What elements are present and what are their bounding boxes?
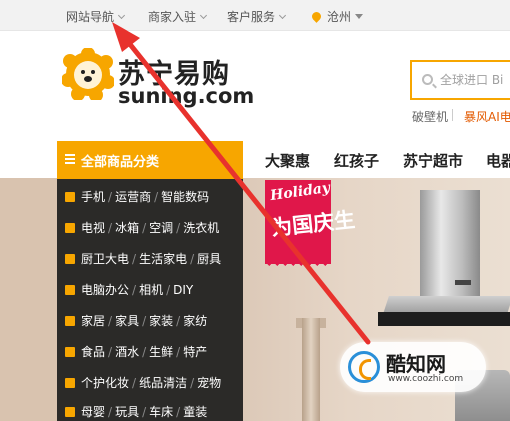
- category-link[interactable]: 酒水: [115, 345, 139, 359]
- caret-down-icon: [355, 14, 364, 19]
- site-nav-menu[interactable]: 网站导航: [66, 8, 126, 25]
- coozhi-logo-icon: [348, 351, 380, 383]
- category-link[interactable]: 家居: [81, 314, 105, 328]
- all-categories-button[interactable]: 全部商品分类: [57, 141, 243, 179]
- category-link[interactable]: 食品: [81, 345, 105, 359]
- category-link[interactable]: 个护化妆: [81, 376, 129, 390]
- laptop-icon: [65, 285, 75, 295]
- category-row[interactable]: 厨卫大电 / 生活家电 / 厨具: [65, 250, 221, 270]
- category-link[interactable]: 生活家电: [139, 252, 187, 266]
- banner-left-edge: [0, 178, 57, 421]
- cosmetics-icon: [65, 378, 75, 388]
- category-link[interactable]: 玩具: [115, 405, 139, 419]
- category-link[interactable]: 特产: [183, 345, 207, 359]
- category-link[interactable]: 智能数码: [161, 190, 209, 204]
- hot-word-link[interactable]: 暴风AI电: [464, 108, 510, 125]
- nav-link-appliances[interactable]: 电器: [486, 150, 510, 171]
- category-list: 手机 / 运营商 / 智能数码 电视 / 冰箱 / 空调 / 洗衣机 厨卫大电 / 生活家电 / 厨具 电脑…: [57, 179, 243, 421]
- nav-link-supermarket[interactable]: 苏宁超市: [403, 150, 463, 171]
- hot-word-link[interactable]: 破壁机: [412, 108, 448, 125]
- list-icon: [65, 154, 75, 164]
- range-hood-base: [378, 312, 510, 326]
- site-nav-label: 网站导航: [66, 10, 115, 24]
- category-row[interactable]: 母婴 / 玩具 / 车床 / 童装: [65, 403, 207, 421]
- nav-link-juhui[interactable]: 大聚惠: [265, 150, 310, 171]
- service-label: 客户服务: [227, 10, 276, 24]
- brand-name-en[interactable]: suning.com: [118, 84, 254, 108]
- merchant-menu[interactable]: 商家入驻: [148, 8, 208, 25]
- category-link[interactable]: 家装: [149, 314, 173, 328]
- chevron-down-icon: [199, 11, 208, 20]
- search-icon: [422, 74, 433, 85]
- holiday-badge-en: Holiday: [269, 179, 332, 205]
- category-link[interactable]: 空调: [149, 221, 173, 235]
- coozhi-watermark: 酷知网 www.coozhi.com: [340, 342, 486, 392]
- category-link[interactable]: 生鲜: [149, 345, 173, 359]
- category-link[interactable]: 洗衣机: [183, 221, 219, 235]
- category-link[interactable]: 车床: [149, 405, 173, 419]
- service-menu[interactable]: 客户服务: [227, 8, 287, 25]
- city-selector[interactable]: 沧州: [310, 8, 364, 25]
- hot-word-divider: [452, 109, 453, 121]
- range-hood-panel: [455, 280, 471, 285]
- chevron-down-icon: [278, 11, 287, 20]
- location-pin-icon: [310, 10, 323, 23]
- all-categories-label: 全部商品分类: [81, 155, 160, 170]
- lion-logo-icon[interactable]: [62, 48, 114, 100]
- category-row[interactable]: 电视 / 冰箱 / 空调 / 洗衣机: [65, 219, 219, 239]
- category-link[interactable]: 母婴: [81, 405, 105, 419]
- top-bar: 网站导航 商家入驻 客户服务 沧州: [0, 0, 510, 31]
- baby-cart-icon: [65, 407, 75, 417]
- range-hood-chimney: [420, 190, 480, 300]
- category-link[interactable]: 家具: [115, 314, 139, 328]
- category-row[interactable]: 食品 / 酒水 / 生鲜 / 特产: [65, 343, 207, 363]
- stand-post: [302, 318, 320, 421]
- merchant-label: 商家入驻: [148, 10, 197, 24]
- category-row[interactable]: 个护化妆 / 纸品清洁 / 宠物: [65, 374, 221, 394]
- category-link[interactable]: 厨卫大电: [81, 252, 129, 266]
- search-input[interactable]: [440, 71, 510, 89]
- category-link[interactable]: DIY: [173, 283, 193, 297]
- category-row[interactable]: 手机 / 运营商 / 智能数码: [65, 188, 209, 208]
- kitchen-icon: [65, 254, 75, 264]
- nav-link-honghaizi[interactable]: 红孩子: [334, 150, 379, 171]
- category-link[interactable]: 冰箱: [115, 221, 139, 235]
- category-link[interactable]: 童装: [183, 405, 207, 419]
- category-link[interactable]: 家纺: [183, 314, 207, 328]
- category-link[interactable]: 厨具: [197, 252, 221, 266]
- tv-icon: [65, 223, 75, 233]
- watermark-url: www.coozhi.com: [388, 374, 464, 384]
- category-link[interactable]: 宠物: [197, 376, 221, 390]
- chevron-down-icon: [117, 11, 126, 20]
- category-link[interactable]: 运营商: [115, 190, 151, 204]
- category-link[interactable]: 电视: [81, 221, 105, 235]
- fork-knife-icon: [65, 347, 75, 357]
- category-row[interactable]: 电脑办公 / 相机 / DIY: [65, 281, 193, 301]
- category-link[interactable]: 电脑办公: [81, 283, 129, 297]
- city-label: 沧州: [327, 10, 352, 24]
- sofa-icon: [65, 316, 75, 326]
- search-box: [410, 60, 510, 100]
- watermark-name: 酷知网: [386, 352, 446, 376]
- phone-icon: [65, 192, 75, 202]
- category-link[interactable]: 相机: [139, 283, 163, 297]
- category-link[interactable]: 手机: [81, 190, 105, 204]
- badge-zigzag-edge: [265, 262, 331, 270]
- category-row[interactable]: 家居 / 家具 / 家装 / 家纺: [65, 312, 207, 332]
- category-link[interactable]: 纸品清洁: [139, 376, 187, 390]
- holiday-badge[interactable]: Holiday 为国庆生: [265, 179, 356, 270]
